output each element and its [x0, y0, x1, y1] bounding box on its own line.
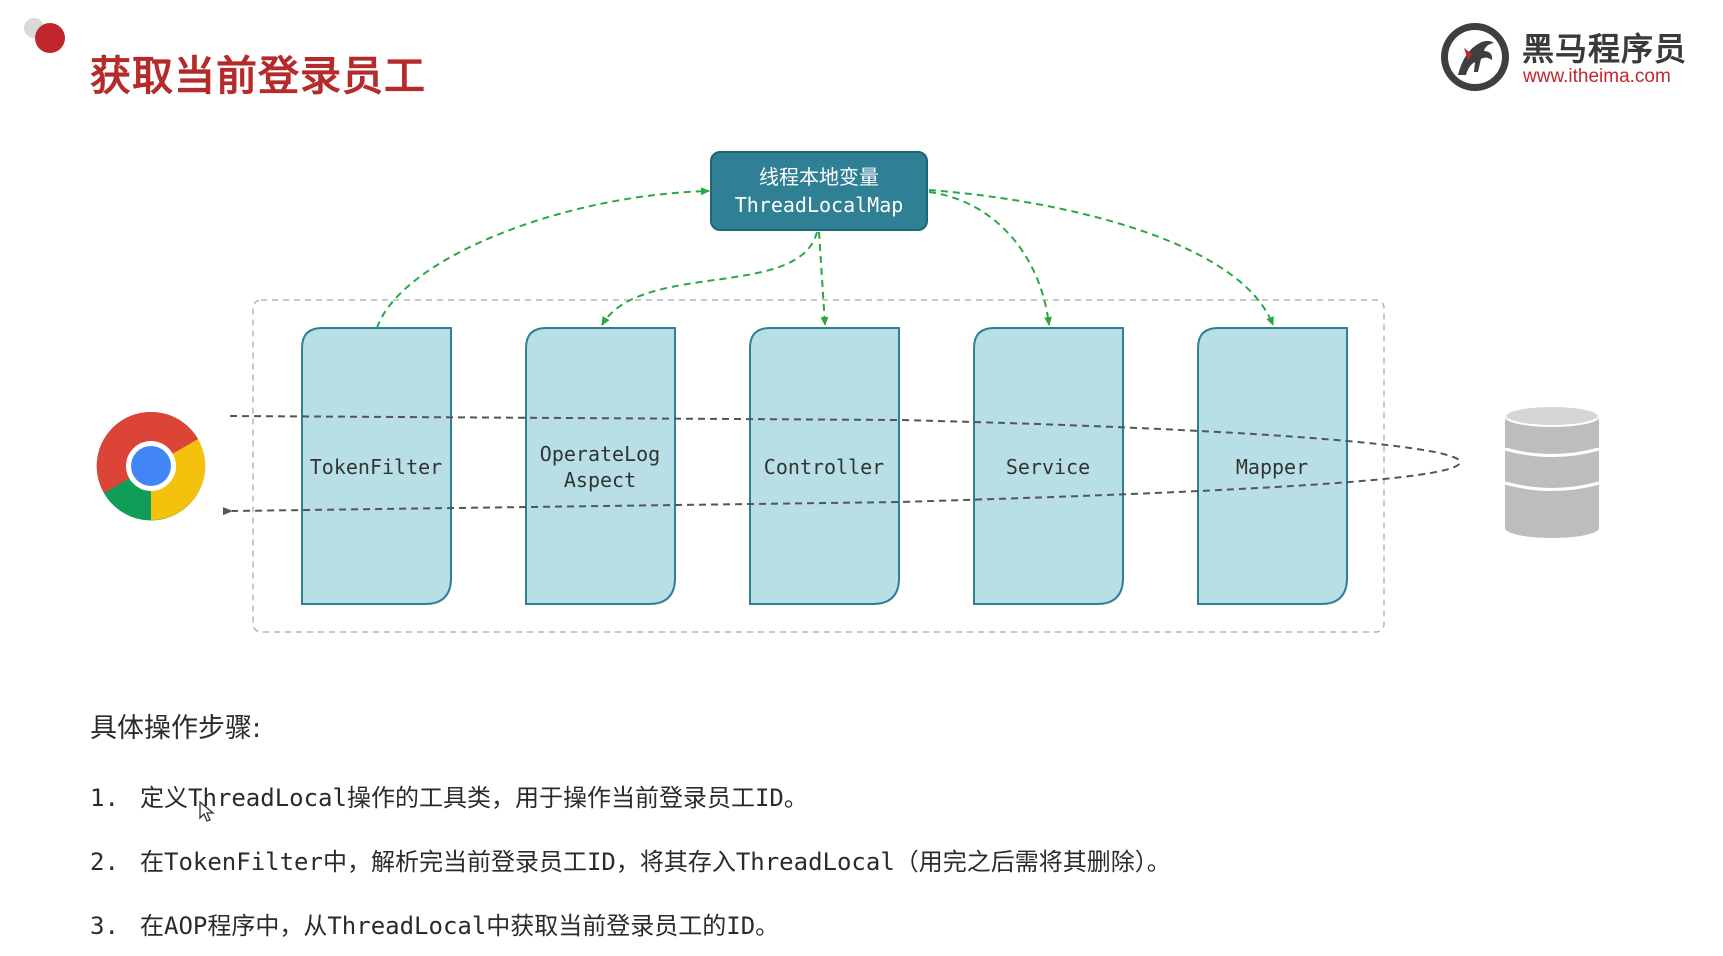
component-label: Service	[1006, 455, 1090, 479]
component-mapper[interactable]: Mapper	[1197, 327, 1348, 605]
step-item: 2. 在TokenFilter中，解析完当前登录员工ID，将其存入ThreadLo…	[90, 842, 1171, 877]
arrow-threadlocal-to-controller	[818, 231, 829, 326]
component-label: Controller	[764, 455, 884, 479]
component-service[interactable]: Service	[973, 327, 1124, 605]
step-text: 在AOP程序中，从ThreadLocal中获取当前登录员工的ID。	[140, 912, 780, 940]
step-number: 3.	[90, 912, 119, 940]
step-text: 定义ThreadLocal操作的工具类，用于操作当前登录员工ID。	[140, 784, 808, 812]
component-token-filter[interactable]: TokenFilter	[301, 327, 452, 605]
component-label: Mapper	[1236, 455, 1308, 479]
component-label-line1: OperateLog	[540, 442, 660, 466]
mouse-cursor-icon	[199, 801, 215, 822]
arrow-tokenfilter-to-threadlocal	[376, 187, 710, 329]
component-label: TokenFilter	[310, 455, 442, 479]
chrome-browser-icon[interactable]	[96, 411, 206, 521]
step-item: 1. 定义ThreadLocal操作的工具类，用于操作当前登录员工ID。	[90, 778, 808, 813]
arrow-threadlocal-to-aspect	[601, 231, 818, 326]
component-controller[interactable]: Controller	[749, 327, 900, 605]
arrow-threadlocal-to-mapper	[928, 189, 1274, 326]
step-text: 在TokenFilter中，解析完当前登录员工ID，将其存入ThreadLoca…	[140, 848, 1171, 876]
component-operate-log-aspect[interactable]: OperateLog Aspect	[525, 327, 676, 605]
thread-local-map-subtitle: ThreadLocalMap	[735, 193, 904, 217]
step-number: 2.	[90, 848, 119, 876]
step-item: 3. 在AOP程序中，从ThreadLocal中获取当前登录员工的ID。	[90, 906, 779, 941]
thread-local-map-title: 线程本地变量	[759, 165, 879, 189]
steps-heading: 具体操作步骤:	[90, 713, 262, 744]
arrow-threadlocal-to-service	[928, 191, 1053, 326]
component-label-line2: Aspect	[564, 468, 636, 492]
step-number: 1.	[90, 784, 119, 812]
database-icon	[1504, 405, 1600, 538]
thread-local-map-box[interactable]: 线程本地变量 ThreadLocalMap	[710, 151, 928, 231]
